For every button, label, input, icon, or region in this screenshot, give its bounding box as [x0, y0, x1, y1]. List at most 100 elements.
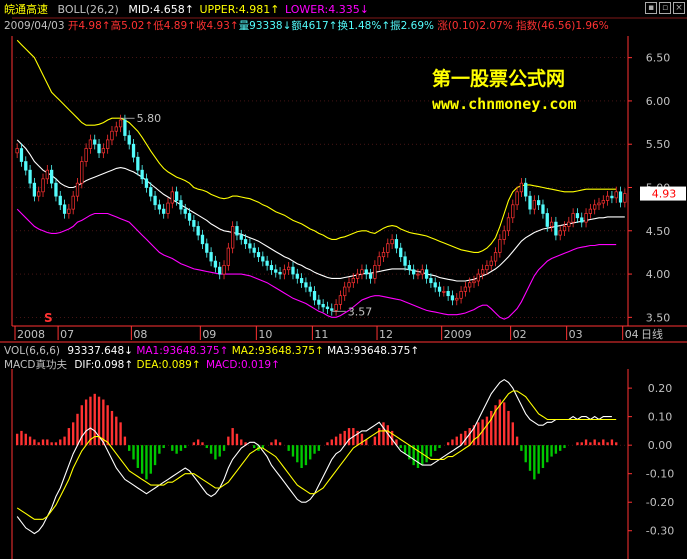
- candle-body: [222, 265, 226, 275]
- candle-body: [502, 230, 506, 240]
- candle-body: [295, 273, 299, 279]
- dif-line: [16, 378, 612, 535]
- candle-body: [231, 226, 235, 249]
- bollinger-bands: [16, 39, 625, 320]
- candle-body: [131, 143, 136, 158]
- candle-body: [506, 217, 511, 232]
- price-y-axis: 6.506.005.505.004.504.003.504.93: [628, 52, 686, 324]
- candle-body: [334, 304, 338, 311]
- price-tick-label: 3.50: [646, 311, 671, 324]
- candle-body: [239, 234, 243, 240]
- candle-body: [299, 278, 304, 284]
- candle-body: [153, 195, 157, 206]
- candle-body: [403, 256, 407, 266]
- candle-body: [381, 252, 386, 258]
- candle-body: [58, 195, 62, 206]
- candle-body: [601, 200, 605, 204]
- candle-body: [28, 169, 32, 184]
- candle-body: [511, 204, 515, 219]
- date-label: 07: [60, 328, 74, 341]
- candle-body: [593, 204, 597, 210]
- candle-body: [256, 252, 261, 258]
- candle-body: [67, 208, 71, 214]
- candle-body: [347, 282, 351, 288]
- candle-body: [84, 148, 88, 162]
- candle-body: [15, 148, 19, 154]
- candle-body: [114, 126, 118, 132]
- candle-body: [226, 247, 230, 266]
- candle-body: [485, 265, 489, 271]
- candle-body: [472, 280, 476, 284]
- candle-body: [45, 169, 49, 180]
- date-label: 2009: [444, 328, 472, 341]
- candle-body: [166, 202, 170, 214]
- macd-histogram: [15, 393, 618, 480]
- price-tick-label: 5.50: [646, 138, 671, 151]
- macd-tick-label: -0.30: [646, 525, 674, 538]
- macd-tick-label: -0.10: [646, 468, 674, 481]
- candle-body: [261, 256, 265, 262]
- candle-body: [407, 265, 411, 271]
- candle-body: [287, 266, 291, 271]
- candle-body: [562, 226, 567, 232]
- date-label: 04: [625, 328, 639, 341]
- candle-body: [437, 286, 442, 292]
- candle-body: [308, 286, 312, 292]
- candle-body: [274, 269, 278, 273]
- candle-body: [62, 204, 67, 214]
- candle-body: [144, 178, 149, 188]
- candle-body: [597, 202, 601, 206]
- candle-body: [610, 195, 614, 199]
- candle-body: [101, 148, 105, 154]
- chart-window: 皖通高速 BOLL(26,2) MID:4.658↑ UPPER:4.981↑ …: [0, 0, 687, 559]
- candle-body: [476, 273, 480, 282]
- chart-canvas: 6.506.005.505.004.504.003.504.93 2008070…: [0, 17, 687, 559]
- candle-body: [493, 252, 498, 262]
- candle-body: [524, 182, 528, 197]
- candle-body: [394, 239, 399, 249]
- date-label: 11: [314, 328, 328, 341]
- candle-body: [377, 256, 381, 266]
- candle-body: [498, 239, 502, 253]
- candle-body: [459, 291, 463, 299]
- candle-body: [442, 291, 446, 293]
- candle-body: [278, 271, 282, 275]
- candle-body: [360, 269, 364, 275]
- candle-body: [248, 243, 252, 249]
- candle-body: [269, 265, 274, 271]
- candle-body: [183, 208, 187, 214]
- candle-body: [243, 239, 248, 245]
- candle-body: [170, 191, 174, 204]
- candle-body: [618, 191, 623, 203]
- date-label: 12: [379, 328, 393, 341]
- lower-band-line: [16, 208, 617, 320]
- candle-body: [157, 204, 162, 210]
- candle-body: [321, 304, 325, 308]
- candle-body: [351, 278, 355, 284]
- candle-body: [355, 273, 360, 279]
- candle-body: [49, 169, 54, 184]
- candle-body: [54, 182, 58, 197]
- candle-body: [489, 260, 493, 266]
- candle-body: [174, 191, 179, 201]
- candle-body: [532, 200, 536, 210]
- last-price-label: 4.93: [652, 188, 677, 201]
- candle-body: [541, 204, 545, 214]
- date-label: 09: [202, 328, 216, 341]
- candle-body: [528, 195, 532, 210]
- candle-body: [123, 119, 127, 136]
- candle-body: [343, 286, 347, 297]
- candle-body: [200, 234, 205, 245]
- macd-y-axis: 0.20 0.10 0.00 -0.10 -0.20 -0.30: [628, 382, 674, 538]
- candle-body: [41, 178, 45, 193]
- candle-body: [317, 299, 321, 305]
- candle-body: [338, 295, 343, 305]
- macd-panel-frame: [11, 369, 629, 559]
- candle-body: [580, 217, 584, 223]
- candle-body: [265, 260, 269, 266]
- candle-body: [93, 139, 97, 145]
- candle-body: [196, 226, 200, 236]
- candle-body: [71, 195, 75, 210]
- candle-body: [88, 139, 93, 149]
- date-label: 10: [258, 328, 272, 341]
